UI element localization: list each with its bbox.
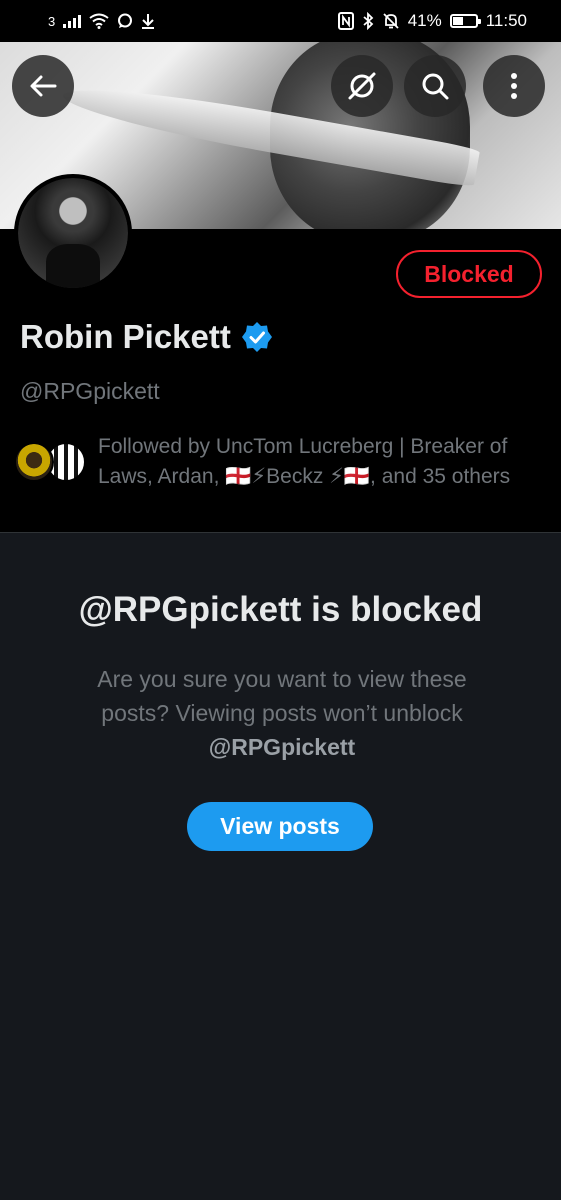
followed-by-row[interactable]: Followed by UncTom Lucreberg | Breaker o… — [14, 432, 549, 492]
search-icon — [422, 73, 449, 100]
blocked-description-handle: @RPGpickett — [208, 734, 356, 760]
battery-percent: 41% — [407, 11, 442, 30]
grok-icon — [348, 72, 376, 100]
followed-by-text: Followed by UncTom Lucreberg | Breaker o… — [98, 435, 511, 488]
blocked-description: Are you sure you want to view these post… — [62, 662, 502, 764]
grok-button[interactable] — [331, 55, 393, 117]
verified-badge-icon[interactable] — [241, 321, 273, 353]
sim-indicator: 3 — [48, 13, 56, 29]
search-button[interactable] — [404, 55, 466, 117]
more-button[interactable] — [483, 55, 545, 117]
more-vertical-icon — [511, 73, 517, 99]
profile-name: Robin Pickett — [20, 318, 231, 355]
wifi-icon — [89, 13, 109, 29]
download-icon — [142, 14, 155, 29]
follower-avatars — [14, 442, 86, 482]
blocked-title: @RPGpickett is blocked — [78, 590, 483, 629]
bluetooth-icon — [363, 12, 374, 30]
chat-icon — [118, 13, 133, 28]
view-posts-button[interactable]: View posts — [187, 802, 373, 851]
avatar-image — [18, 178, 128, 288]
battery-icon — [449, 14, 481, 28]
signal-icon — [63, 14, 82, 28]
blocked-description-text: Are you sure you want to view these post… — [97, 666, 467, 726]
mute-bell-icon — [383, 13, 399, 29]
nfc-icon — [337, 12, 354, 30]
clock: 11:50 — [485, 11, 527, 30]
arrow-left-icon — [30, 75, 57, 97]
follower-avatar — [14, 442, 54, 482]
profile-name-row: Robin Pickett — [20, 318, 273, 356]
status-right: 41% 11:50 — [337, 11, 527, 31]
status-bar: 3 41% 11:50 — [0, 0, 561, 42]
back-button[interactable] — [12, 55, 74, 117]
avatar[interactable] — [14, 174, 132, 292]
profile-handle: @RPGpickett — [20, 378, 160, 404]
status-left: 3 — [48, 13, 155, 29]
blocked-button[interactable]: Blocked — [396, 250, 542, 298]
divider — [0, 532, 561, 533]
